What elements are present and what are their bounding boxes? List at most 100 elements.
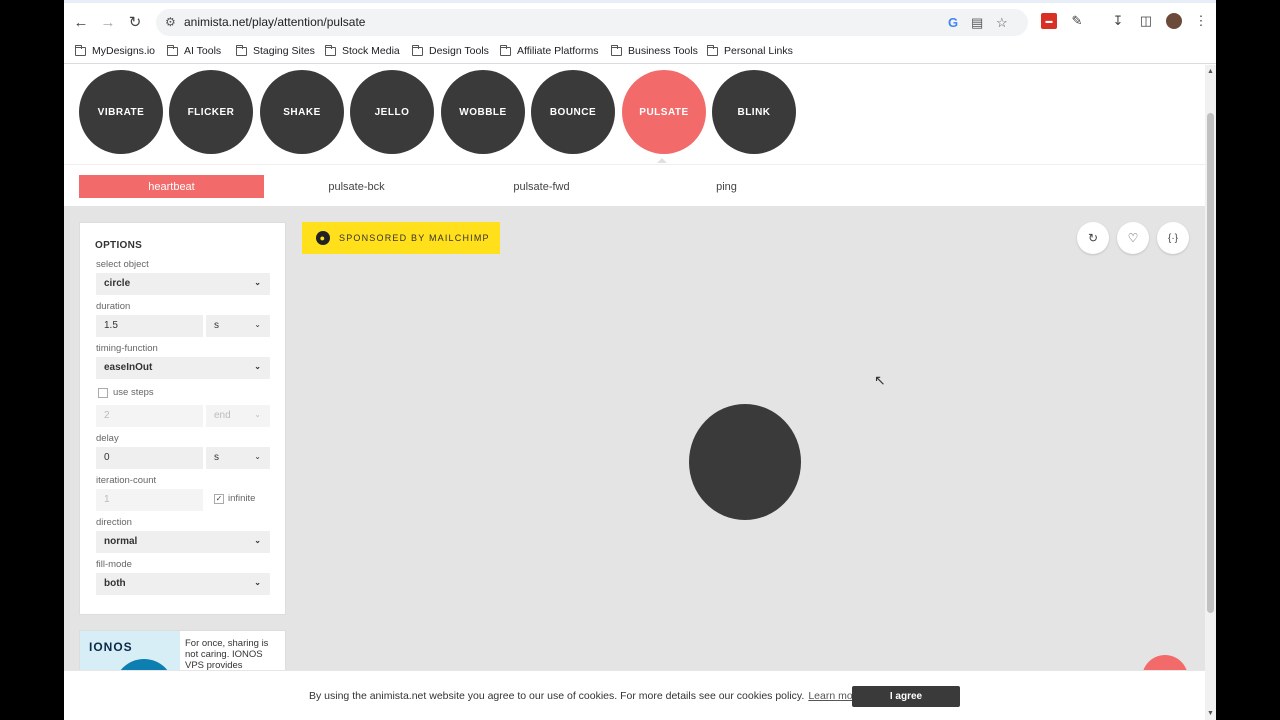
heart-icon[interactable]: ♡: [1117, 222, 1149, 254]
folder-icon: [412, 44, 423, 56]
category-wobble[interactable]: WOBBLE: [441, 70, 525, 154]
forward-icon[interactable]: →: [98, 12, 118, 32]
subnav-pulsate-fwd[interactable]: pulsate-fwd: [449, 175, 634, 198]
scrollbar[interactable]: ▲ ▼: [1205, 65, 1216, 720]
chevron-down-icon: ⌄: [254, 320, 261, 329]
folder-icon: [707, 44, 718, 56]
profile-avatar[interactable]: [1166, 13, 1182, 29]
bookmark-label: Business Tools: [628, 45, 698, 57]
duration-unit-value: s: [214, 320, 219, 331]
duration-input[interactable]: 1.5: [96, 315, 203, 337]
bookmark-mydesigns[interactable]: MyDesigns.io: [75, 42, 155, 60]
install-icon[interactable]: ▤: [971, 15, 983, 31]
sponsor-badge[interactable]: ● SPONSORED BY MAILCHIMP: [302, 222, 500, 254]
scroll-up-icon[interactable]: ▲: [1207, 68, 1214, 75]
folder-icon: [325, 44, 336, 56]
bookmark-ai-tools[interactable]: AI Tools: [167, 42, 221, 60]
bookmark-label: Personal Links: [724, 45, 793, 57]
category-pulsate[interactable]: PULSATE: [622, 70, 706, 154]
timing-function-label: timing-function: [96, 343, 158, 354]
use-steps-label: use steps: [113, 387, 154, 398]
bookmark-business-tools[interactable]: Business Tools: [611, 42, 698, 60]
replay-icon[interactable]: ↻: [1077, 222, 1109, 254]
category-blink[interactable]: BLINK: [712, 70, 796, 154]
cookie-banner: By using the animista.net website you ag…: [64, 670, 1205, 720]
delay-input[interactable]: 0: [96, 447, 203, 469]
folder-icon: [167, 44, 178, 56]
chevron-down-icon: ⌄: [254, 362, 261, 371]
category-bounce[interactable]: BOUNCE: [531, 70, 615, 154]
bookmark-stock-media[interactable]: Stock Media: [325, 42, 400, 60]
bookmark-personal-links[interactable]: Personal Links: [707, 42, 793, 60]
category-flicker[interactable]: FLICKER: [169, 70, 253, 154]
bookmark-label: MyDesigns.io: [92, 45, 156, 57]
back-icon[interactable]: ←: [71, 12, 91, 32]
site-info-icon[interactable]: ⚙: [165, 15, 176, 29]
sidepanel-icon[interactable]: ◫: [1138, 13, 1154, 29]
delay-unit-dropdown[interactable]: s ⌄: [206, 447, 270, 469]
chevron-down-icon: ⌄: [254, 536, 261, 545]
infinite-label: infinite: [228, 493, 256, 504]
fill-mode-dropdown[interactable]: both ⌄: [96, 573, 270, 595]
timing-function-dropdown[interactable]: easeInOut ⌄: [96, 357, 270, 379]
iteration-count-input[interactable]: 1: [96, 489, 203, 511]
chevron-down-icon: ⌄: [254, 578, 261, 587]
steps-position-dropdown[interactable]: end ⌄: [206, 405, 270, 427]
select-object-value: circle: [104, 278, 131, 289]
folder-icon: [75, 44, 86, 56]
scrollbar-thumb[interactable]: [1207, 113, 1214, 613]
star-icon[interactable]: ☆: [996, 15, 1008, 31]
agree-button[interactable]: I agree: [852, 686, 960, 707]
bookmark-staging-sites[interactable]: Staging Sites: [236, 42, 315, 60]
fill-mode-label: fill-mode: [96, 559, 132, 570]
url-text[interactable]: animista.net/play/attention/pulsate: [184, 15, 365, 29]
sponsor-text: SPONSORED BY MAILCHIMP: [339, 233, 490, 243]
category-vibrate[interactable]: VIBRATE: [79, 70, 163, 154]
select-object-dropdown[interactable]: circle ⌄: [96, 273, 270, 295]
reload-icon[interactable]: ↻: [125, 12, 145, 32]
ad-text: For once, sharing is not caring. IONOS V…: [185, 638, 269, 671]
subnav-heartbeat[interactable]: heartbeat: [79, 175, 264, 198]
subnav-ping[interactable]: ping: [634, 175, 819, 198]
options-title: OPTIONS: [95, 240, 143, 251]
iteration-count-label: iteration-count: [96, 475, 157, 486]
mailchimp-icon: ●: [316, 231, 330, 245]
scroll-down-icon[interactable]: ▼: [1207, 710, 1214, 717]
download-icon[interactable]: ↧: [1110, 13, 1126, 29]
mouse-cursor-icon: ↖: [874, 372, 886, 388]
category-shake[interactable]: SHAKE: [260, 70, 344, 154]
steps-input[interactable]: 2: [96, 405, 203, 427]
bookmark-label: Stock Media: [342, 45, 400, 57]
infinite-checkbox[interactable]: ✓: [214, 494, 224, 504]
bookmark-label: AI Tools: [184, 45, 222, 57]
animation-subnav: heartbeat pulsate-bck pulsate-fwd ping: [64, 164, 1205, 206]
extension-icon[interactable]: ▬: [1041, 13, 1057, 29]
folder-icon: [611, 44, 622, 56]
puzzle-icon[interactable]: ✎: [1069, 13, 1085, 29]
address-bar[interactable]: ⚙ animista.net/play/attention/pulsate G …: [156, 9, 1028, 36]
options-panel: OPTIONS select object circle ⌄ duration 1…: [79, 222, 286, 615]
fill-mode-value: both: [104, 578, 126, 589]
delay-label: delay: [96, 433, 119, 444]
chevron-down-icon: ⌄: [254, 410, 261, 419]
use-steps-checkbox[interactable]: [98, 388, 108, 398]
bookmark-affiliate-platforms[interactable]: Affiliate Platforms: [500, 42, 599, 60]
ad-brand: IONOS: [89, 640, 133, 654]
code-icon[interactable]: {·}: [1157, 222, 1189, 254]
direction-dropdown[interactable]: normal ⌄: [96, 531, 270, 553]
folder-icon: [500, 44, 511, 56]
bookmark-design-tools[interactable]: Design Tools: [412, 42, 489, 60]
direction-label: direction: [96, 517, 132, 528]
select-object-label: select object: [96, 259, 149, 270]
google-icon[interactable]: G: [948, 15, 958, 30]
duration-unit-dropdown[interactable]: s ⌄: [206, 315, 270, 337]
bookmark-label: Design Tools: [429, 45, 489, 57]
bookmarks-bar: MyDesigns.io AI Tools Staging Sites Stoc…: [64, 38, 1216, 64]
menu-icon[interactable]: ⋮: [1193, 13, 1209, 29]
subnav-pulsate-bck[interactable]: pulsate-bck: [264, 175, 449, 198]
steps-position-value: end: [214, 410, 231, 421]
category-jello[interactable]: JELLO: [350, 70, 434, 154]
cookie-message: By using the animista.net website you ag…: [309, 690, 862, 702]
browser-toolbar: ← → ↻ ⚙ animista.net/play/attention/puls…: [64, 0, 1216, 38]
direction-value: normal: [104, 536, 138, 547]
